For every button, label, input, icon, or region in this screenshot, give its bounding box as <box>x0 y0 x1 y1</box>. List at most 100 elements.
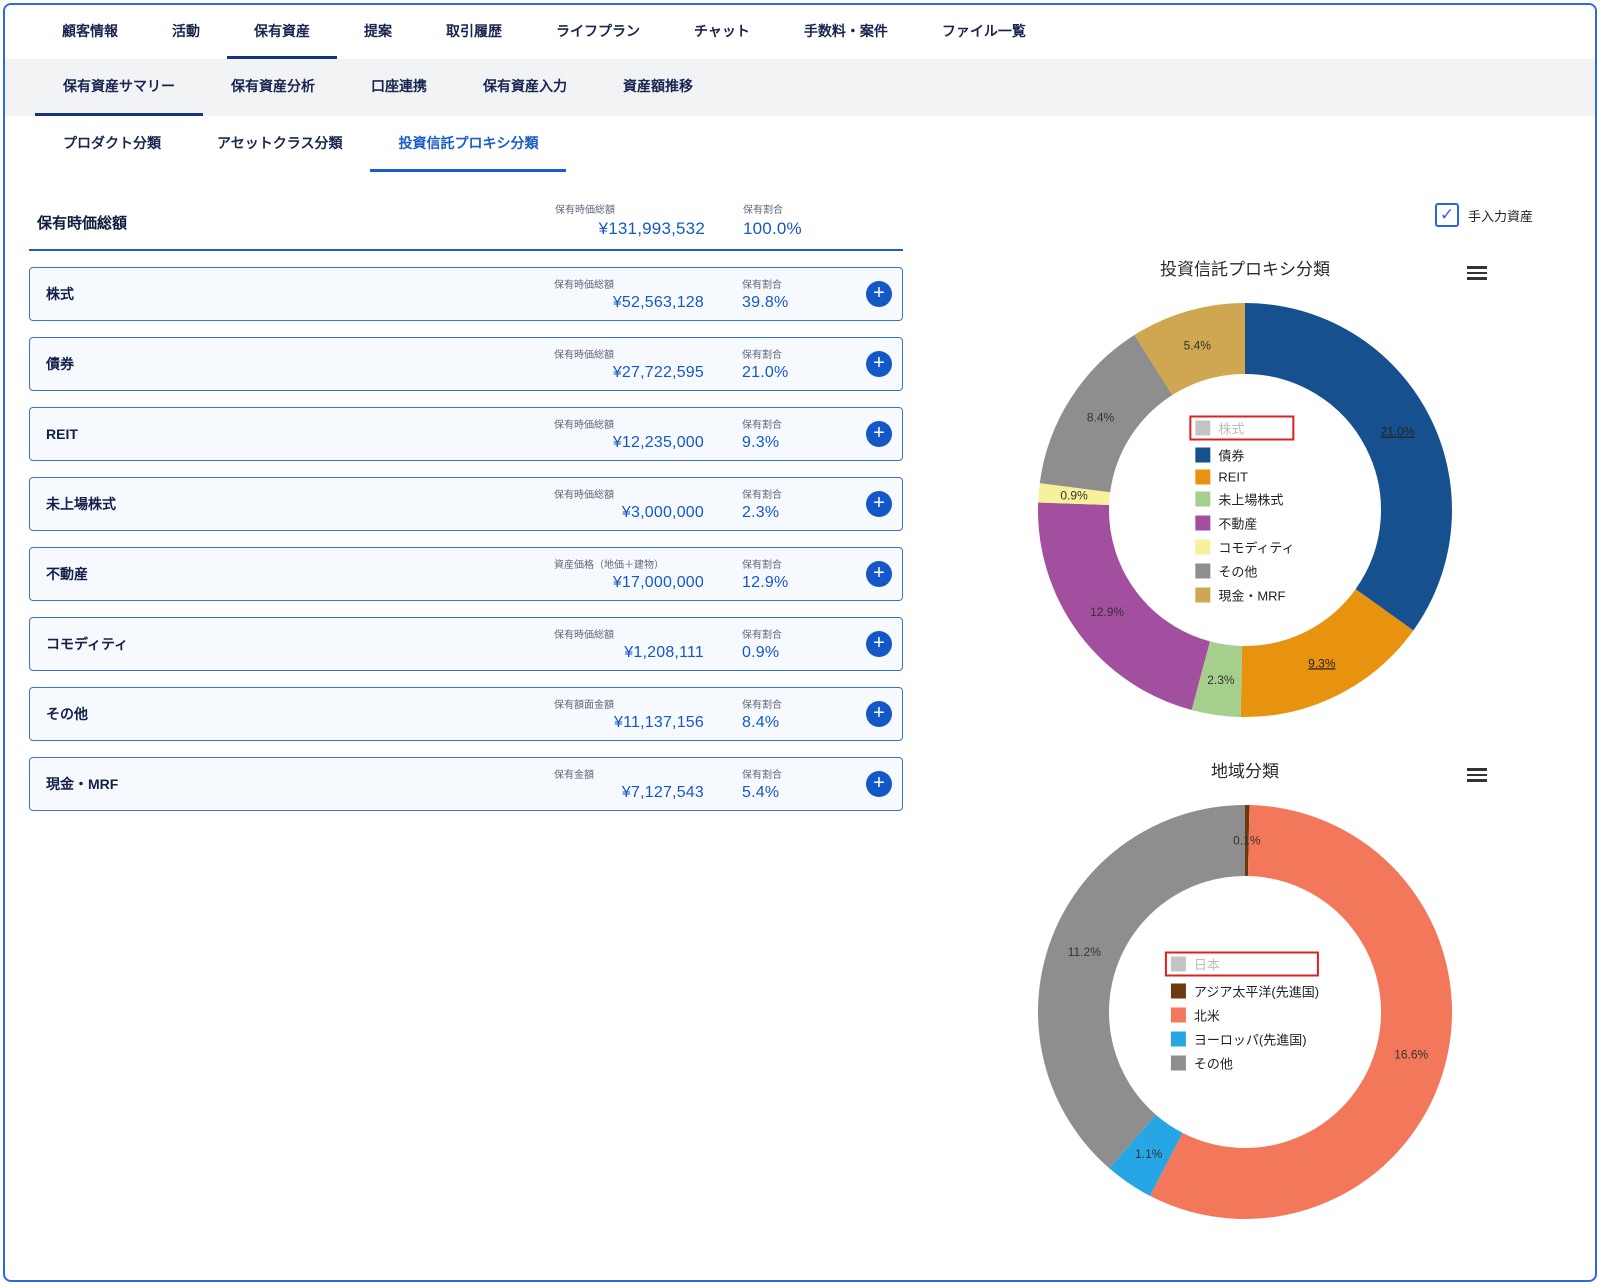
legend-label: コモディティ <box>1218 540 1295 556</box>
asset-amount-value: ¥11,137,156 <box>614 714 704 731</box>
legend-item[interactable]: 不動産 <box>1195 514 1294 533</box>
tab-top_nav-0[interactable]: 顧客情報 <box>35 5 145 59</box>
asset-amount-label: 資産価格（地価＋建物） <box>554 560 664 571</box>
expand-plus-button[interactable]: + <box>866 351 892 377</box>
holdings-sub-nav: 保有資産サマリー 保有資産分析 口座連携 保有資産入力 資産額推移 <box>5 59 1595 116</box>
tab-top_nav-8[interactable]: ファイル一覧 <box>915 5 1053 59</box>
legend-label: REIT <box>1218 469 1248 485</box>
tab-category_tabs-1[interactable]: アセットクラス分類 <box>189 116 370 172</box>
tab-sub_nav-0[interactable]: 保有資産サマリー <box>35 59 203 116</box>
asset-amount-label: 保有時価総額 <box>554 490 614 501</box>
legend-label: その他 <box>1218 564 1258 580</box>
legend-item[interactable]: その他 <box>1170 1054 1319 1073</box>
tab-sub_nav-3[interactable]: 保有資産入力 <box>455 59 595 116</box>
asset-row: その他 保有額面金額 ¥11,137,156 保有割合 8.4% + <box>29 687 903 741</box>
expand-plus-button[interactable]: + <box>866 771 892 797</box>
asset-amount-column: 保有時価総額 ¥52,563,128 <box>554 276 704 312</box>
legend-item[interactable]: 日本 <box>1164 951 1320 977</box>
asset-ratio-column: 保有割合 0.9% <box>742 626 834 662</box>
legend-swatch-icon <box>1195 420 1211 436</box>
tab-top_nav-2[interactable]: 保有資産 <box>227 5 337 59</box>
legend-item[interactable]: 現金・MRF <box>1195 586 1294 605</box>
expand-plus-button[interactable]: + <box>866 701 892 727</box>
expand-plus-button[interactable]: + <box>866 421 892 447</box>
chart-menu-icon[interactable] <box>1467 765 1487 785</box>
tab-top_nav-6[interactable]: チャット <box>667 5 777 59</box>
asset-amount-label: 保有時価総額 <box>554 350 614 361</box>
tab-category_tabs-0[interactable]: プロダクト分類 <box>35 116 189 172</box>
legend-item[interactable]: その他 <box>1195 562 1294 581</box>
tab-top_nav-3[interactable]: 提案 <box>337 5 419 59</box>
legend-swatch-icon <box>1195 491 1211 507</box>
legend-label: 債券 <box>1218 448 1245 464</box>
total-summary-title: 保有時価総額 <box>37 215 128 232</box>
segment-percent-label: 16.6% <box>1394 1047 1428 1061</box>
asset-actions: + <box>834 631 892 657</box>
expand-plus-button[interactable]: + <box>866 491 892 517</box>
total-ratio-column: 保有割合 100.0% <box>743 201 835 239</box>
asset-amount-label: 保有金額 <box>554 770 594 781</box>
legend-label: ヨーロッパ(先進国) <box>1193 1032 1307 1048</box>
region-classification-chart: 地域分類 0.1% 16.6% 1.1% 11.2% 日本 アジア太平洋(先進国) 北米ヨ… <box>1035 757 1487 1222</box>
chart-menu-icon[interactable] <box>1467 263 1487 283</box>
legend-item[interactable]: 債券 <box>1195 446 1294 465</box>
legend-item[interactable]: アジア太平洋(先進国) <box>1170 982 1319 1001</box>
donut-segment[interactable] <box>1240 588 1414 717</box>
asset-amount-column: 保有時価総額 ¥1,208,111 <box>554 626 704 662</box>
legend-swatch-icon <box>1195 587 1211 603</box>
asset-row: 現金・MRF 保有金額 ¥7,127,543 保有割合 5.4% + <box>29 757 903 811</box>
asset-ratio-label: 保有割合 <box>742 770 782 781</box>
legend-swatch-icon <box>1195 447 1211 463</box>
legend-swatch-icon <box>1170 1007 1186 1023</box>
donut-segment[interactable] <box>1038 502 1211 710</box>
asset-name: 株式 <box>46 286 74 302</box>
segment-percent-label: 21.0% <box>1381 425 1415 439</box>
asset-ratio-column: 保有割合 12.9% <box>742 556 834 592</box>
asset-amount-value: ¥17,000,000 <box>612 574 704 591</box>
tab-sub_nav-4[interactable]: 資産額推移 <box>595 59 721 116</box>
total-ratio-value: 100.0% <box>743 219 802 238</box>
tab-sub_nav-2[interactable]: 口座連携 <box>343 59 455 116</box>
asset-actions: + <box>834 771 892 797</box>
asset-name: REIT <box>46 426 78 442</box>
legend-item[interactable]: 北米 <box>1170 1006 1319 1025</box>
legend-item[interactable]: REIT <box>1195 469 1294 485</box>
asset-ratio-column: 保有割合 5.4% <box>742 766 834 802</box>
asset-amount-value: ¥1,208,111 <box>624 644 704 661</box>
asset-row: コモディティ 保有時価総額 ¥1,208,111 保有割合 0.9% + <box>29 617 903 671</box>
manual-asset-toggle[interactable]: ✓ 手入力資産 <box>1435 203 1533 227</box>
asset-amount-column: 資産価格（地価＋建物） ¥17,000,000 <box>554 556 704 592</box>
tab-top_nav-5[interactable]: ライフプラン <box>529 5 667 59</box>
asset-ratio-value: 39.8% <box>742 294 789 311</box>
asset-actions: + <box>834 491 892 517</box>
expand-plus-button[interactable]: + <box>866 631 892 657</box>
asset-actions: + <box>834 281 892 307</box>
asset-amount-column: 保有時価総額 ¥12,235,000 <box>554 416 704 452</box>
total-amount-label: 保有時価総額 <box>555 205 615 216</box>
tab-sub_nav-1[interactable]: 保有資産分析 <box>203 59 343 116</box>
tab-top_nav-4[interactable]: 取引履歴 <box>419 5 529 59</box>
asset-ratio-label: 保有割合 <box>742 700 782 711</box>
tab-top_nav-1[interactable]: 活動 <box>145 5 227 59</box>
donut-segment[interactable] <box>1039 335 1174 494</box>
total-amount-column: 保有時価総額 ¥131,993,532 <box>555 201 705 239</box>
legend-item[interactable]: ヨーロッパ(先進国) <box>1170 1030 1319 1049</box>
legend-item[interactable]: 未上場株式 <box>1195 490 1294 509</box>
legend-swatch-icon <box>1195 469 1211 485</box>
legend-item[interactable]: 株式 <box>1189 415 1295 441</box>
expand-plus-button[interactable]: + <box>866 561 892 587</box>
assets-panel: 保有時価総額 保有時価総額 ¥131,993,532 保有割合 100.0% 株… <box>29 201 903 811</box>
asset-name: コモディティ <box>46 636 129 652</box>
tab-category_tabs-2[interactable]: 投資信託プロキシ分類 <box>370 116 567 172</box>
asset-name: 未上場株式 <box>46 496 116 512</box>
proxy-classification-chart: 投資信託プロキシ分類 21.0% 9.3% 2.3% 12.9% 0.9% 8.4% 5.4… <box>1035 255 1487 720</box>
total-amount-value: ¥131,993,532 <box>598 219 705 238</box>
checkbox-checked-icon[interactable]: ✓ <box>1435 203 1459 227</box>
legend-item[interactable]: コモディティ <box>1195 538 1295 557</box>
expand-plus-button[interactable]: + <box>866 281 892 307</box>
tab-top_nav-7[interactable]: 手数料・案件 <box>777 5 915 59</box>
asset-ratio-label: 保有割合 <box>742 350 782 361</box>
asset-amount-value: ¥7,127,543 <box>621 784 704 801</box>
region-chart-legend: 日本アジア太平洋(先進国) 北米ヨーロッパ(先進国) その他 <box>1164 947 1320 1078</box>
asset-name: 不動産 <box>46 566 88 582</box>
